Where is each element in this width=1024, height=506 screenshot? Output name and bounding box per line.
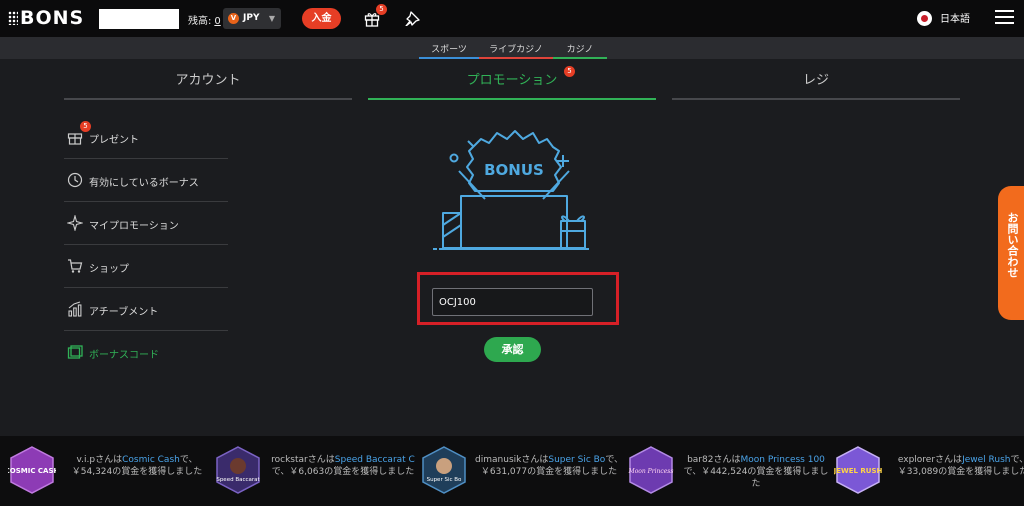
menu-button[interactable] xyxy=(995,10,1014,26)
nav-sports-underline xyxy=(419,57,479,59)
sidebar-item-present[interactable]: 5 プレゼント xyxy=(64,116,228,159)
game-thumbnail: JEWEL RUSH xyxy=(834,446,882,494)
logo-mark-icon xyxy=(8,11,18,25)
cart-icon xyxy=(68,259,83,273)
gift-button[interactable]: 5 xyxy=(364,4,387,28)
nav-sports[interactable]: スポーツ xyxy=(419,42,479,55)
hamburger-icon xyxy=(995,10,1014,12)
japan-flag-icon xyxy=(917,11,932,26)
nav-casino-underline xyxy=(553,57,607,59)
nav-live-casino-underline xyxy=(479,57,553,59)
ticker-text: explorerさんはJewel Rushで、￥33,089の賞金を獲得しました xyxy=(897,455,1024,477)
game-thumbnail: Super Sic Bo xyxy=(422,446,466,494)
bonus-code-input[interactable] xyxy=(432,288,593,316)
approve-button[interactable]: 承認 xyxy=(484,337,541,362)
code-icon xyxy=(67,345,83,359)
game-thumbnail: COSMIC CASH xyxy=(8,446,56,494)
balance-value[interactable]: 0 xyxy=(214,16,220,27)
gift-icon xyxy=(67,133,83,145)
sidebar-item-active-bonus[interactable]: 有効にしているボーナス xyxy=(64,159,228,202)
nav-live-casino[interactable]: ライブカジノ xyxy=(479,42,553,55)
svg-text:JEWEL RUSH: JEWEL RUSH xyxy=(834,467,882,475)
deposit-button[interactable]: 入金 xyxy=(302,8,341,29)
promotion-badge: 5 xyxy=(564,66,575,77)
sidebar-item-label: マイプロモーション xyxy=(89,221,179,232)
tab-promotion[interactable]: プロモーション 5 xyxy=(368,66,656,100)
ticker-text: dimanusikさんはSuper Sic Boで、￥631,077の賞金を獲得… xyxy=(475,455,623,477)
logo[interactable]: BONS xyxy=(8,7,84,29)
sparkle-icon xyxy=(67,215,83,231)
contact-tab[interactable]: お問い合わせ xyxy=(998,186,1024,320)
bonus-clock-icon xyxy=(67,172,83,188)
tab-account[interactable]: アカウント xyxy=(64,69,352,100)
currency-code: JPY xyxy=(243,13,260,23)
tab-cashier[interactable]: レジ xyxy=(672,69,960,100)
pin-button[interactable] xyxy=(405,8,423,28)
balance: 残高: 0 xyxy=(188,12,221,27)
chart-icon xyxy=(68,301,82,317)
currency-select[interactable]: V JPY ▼ xyxy=(223,8,281,29)
sidebar-item-label: ボーナスコード xyxy=(89,350,159,361)
category-nav: スポーツ ライブカジノ カジノ xyxy=(0,37,1024,59)
sidebar-item-label: アチーブメント xyxy=(89,307,159,318)
ticker-text: v.i.pさんはCosmic Cashで、￥54,324の賞金を獲得しました xyxy=(71,455,203,477)
winners-ticker: COSMIC CASH v.i.pさんはCosmic Cashで、￥54,324… xyxy=(0,436,1024,506)
currency-coin-icon: V xyxy=(228,13,239,24)
caret-down-icon: ▼ xyxy=(268,14,275,23)
contact-label: お問い合わせ xyxy=(1006,212,1019,278)
bonus-box-illustration: BONUS xyxy=(433,130,589,250)
pin-icon xyxy=(405,11,420,26)
game-thumbnail: Speed Baccarat xyxy=(216,446,261,494)
language-label: 日本語 xyxy=(940,14,970,25)
ticker-text: rockstarさんはSpeed Baccarat Cで、￥6,063の賞金を獲… xyxy=(271,455,415,477)
sidebar-item-achievement[interactable]: アチーブメント xyxy=(64,288,228,331)
top-bar: BONS 残高: 0 V JPY ▼ 入金 5 日本語 xyxy=(0,0,1024,37)
ticker-text: bar82さんはMoon Princess 100で、￥442,524の賞金を獲… xyxy=(683,455,829,489)
language-selector[interactable]: 日本語 xyxy=(917,10,970,26)
game-thumbnail: Moon Princess xyxy=(628,446,674,494)
sidebar-item-shop[interactable]: ショップ xyxy=(64,245,228,288)
sidebar-item-label: ショップ xyxy=(89,264,129,275)
username-field xyxy=(99,9,179,29)
sidebar-item-bonus-code[interactable]: ボーナスコード xyxy=(64,331,228,374)
bonus-art-text: BONUS xyxy=(484,161,544,179)
svg-text:Super Sic Bo: Super Sic Bo xyxy=(427,477,462,483)
sidebar-item-my-promotion[interactable]: マイプロモーション xyxy=(64,202,228,245)
sidebar-item-label: 有効にしているボーナス xyxy=(89,178,199,189)
svg-text:COSMIC CASH: COSMIC CASH xyxy=(8,467,56,475)
gift-badge: 5 xyxy=(376,4,387,15)
logo-text: BONS xyxy=(20,7,85,29)
svg-text:Speed Baccarat: Speed Baccarat xyxy=(216,477,260,483)
sidebar-item-label: プレゼント xyxy=(89,135,139,146)
balance-label: 残高: xyxy=(188,16,212,27)
svg-text:Moon Princess: Moon Princess xyxy=(628,468,674,475)
nav-casino[interactable]: カジノ xyxy=(553,42,607,55)
